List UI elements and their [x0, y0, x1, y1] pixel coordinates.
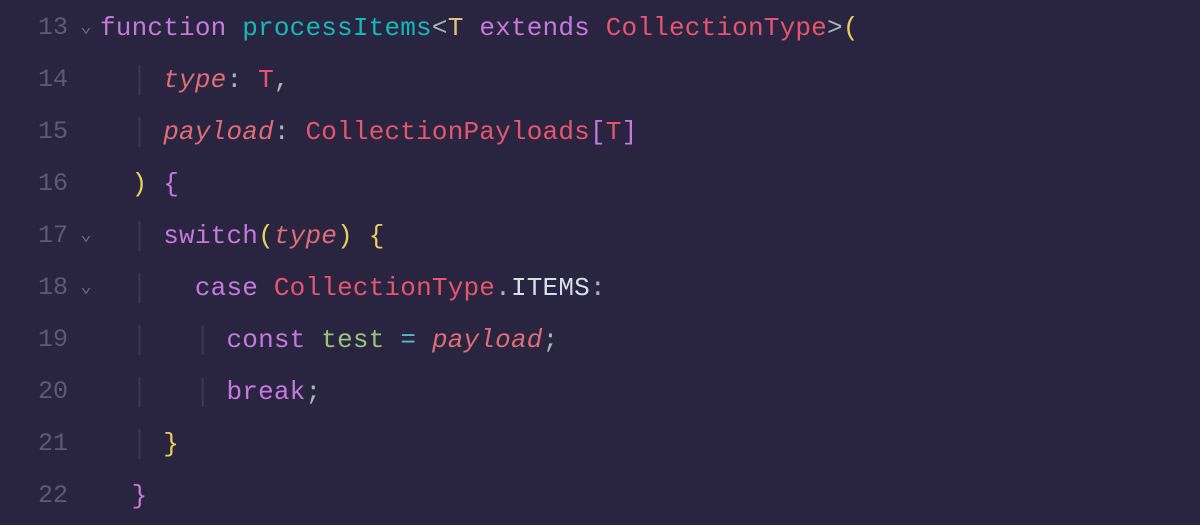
keyword-function: function: [100, 13, 226, 43]
code-content[interactable]: │ case CollectionType.ITEMS:: [100, 263, 606, 314]
param-name: payload: [163, 117, 274, 147]
indent-guide: │: [132, 273, 148, 303]
line-number: 13: [0, 4, 72, 53]
line-number: 19: [0, 316, 72, 365]
fold-chevron-icon[interactable]: ⌄: [72, 269, 100, 306]
type-reference: CollectionType: [274, 273, 495, 303]
indent-guide: │: [132, 325, 148, 355]
code-content[interactable]: │ │ const test = payload;: [100, 315, 558, 366]
code-content[interactable]: │ type: T,: [100, 55, 290, 106]
indent-guide: │: [132, 65, 148, 95]
type-reference: T: [258, 65, 274, 95]
indent-guide: │: [132, 117, 148, 147]
code-line[interactable]: 15 │ payload: CollectionPayloads[T]: [0, 106, 1200, 158]
line-number: 16: [0, 160, 72, 209]
code-line[interactable]: 16 ) {: [0, 158, 1200, 210]
code-line[interactable]: 20 │ │ break;: [0, 366, 1200, 418]
code-editor[interactable]: 13 ⌄ function processItems<T extends Col…: [0, 0, 1200, 522]
operator: =: [400, 325, 416, 355]
keyword-const: const: [226, 325, 305, 355]
code-content[interactable]: │ payload: CollectionPayloads[T]: [100, 107, 637, 158]
code-content[interactable]: ) {: [100, 159, 179, 210]
line-number: 22: [0, 472, 72, 521]
line-number: 14: [0, 56, 72, 105]
code-content[interactable]: function processItems<T extends Collecti…: [100, 3, 859, 54]
indent-guide: │: [195, 325, 211, 355]
param-name: type: [163, 65, 226, 95]
line-number: 18: [0, 264, 72, 313]
code-content[interactable]: }: [100, 471, 147, 522]
type-reference: CollectionPayloads: [305, 117, 589, 147]
keyword-extends: extends: [479, 13, 590, 43]
code-content[interactable]: │ switch(type) {: [100, 211, 385, 262]
code-line[interactable]: 19 │ │ const test = payload;: [0, 314, 1200, 366]
indent-guide: │: [132, 221, 148, 251]
code-line[interactable]: 18 ⌄ │ case CollectionType.ITEMS:: [0, 262, 1200, 314]
keyword-switch: switch: [163, 221, 258, 251]
fold-chevron-icon[interactable]: ⌄: [72, 9, 100, 46]
code-line[interactable]: 17 ⌄ │ switch(type) {: [0, 210, 1200, 262]
indent-guide: │: [195, 377, 211, 407]
line-number: 15: [0, 108, 72, 157]
code-line[interactable]: 14 │ type: T,: [0, 54, 1200, 106]
code-line[interactable]: 21 │ }: [0, 418, 1200, 470]
code-content[interactable]: │ }: [100, 419, 179, 470]
fold-chevron-icon[interactable]: ⌄: [72, 217, 100, 254]
code-content[interactable]: │ │ break;: [100, 367, 321, 418]
identifier: payload: [432, 325, 543, 355]
generic-param: T: [448, 13, 464, 43]
keyword-case: case: [195, 273, 258, 303]
variable-declaration: test: [321, 325, 384, 355]
code-line[interactable]: 13 ⌄ function processItems<T extends Col…: [0, 2, 1200, 54]
type-reference: T: [606, 117, 622, 147]
property: ITEMS: [511, 273, 590, 303]
code-line[interactable]: 22 }: [0, 470, 1200, 522]
line-number: 20: [0, 368, 72, 417]
indent-guide: │: [132, 377, 148, 407]
type-reference: CollectionType: [606, 13, 827, 43]
indent-guide: │: [132, 429, 148, 459]
line-number: 17: [0, 212, 72, 261]
function-name: processItems: [242, 13, 432, 43]
identifier: type: [274, 221, 337, 251]
keyword-break: break: [226, 377, 305, 407]
line-number: 21: [0, 420, 72, 469]
